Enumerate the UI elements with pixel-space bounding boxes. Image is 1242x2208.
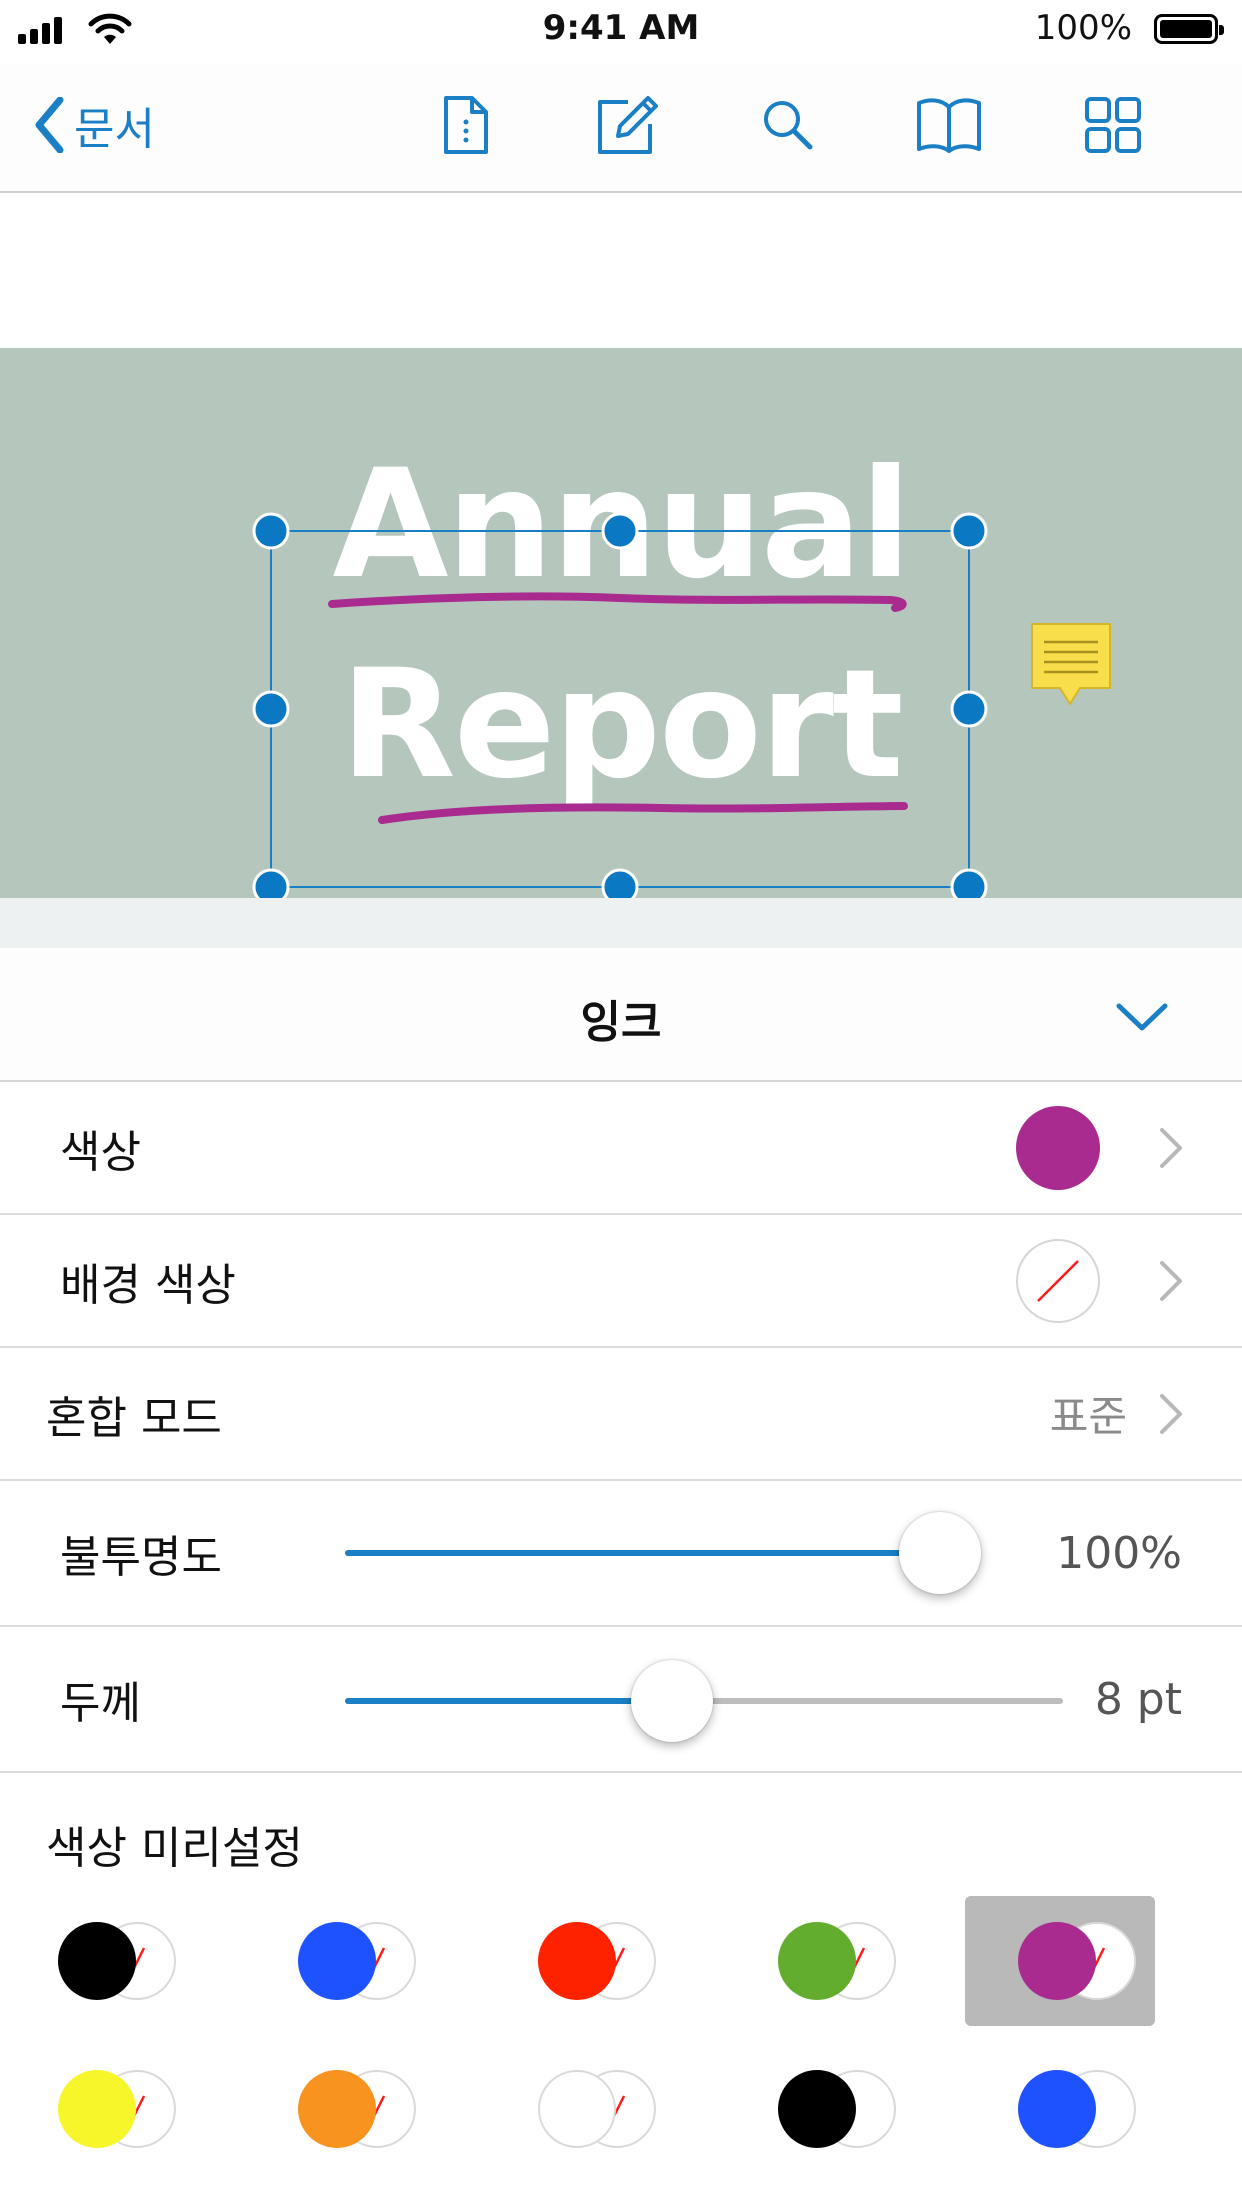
inspector-title: 잉크 xyxy=(580,997,662,1048)
color-preset[interactable] xyxy=(485,1896,675,2026)
document-gap xyxy=(0,898,1242,948)
thickness-value: 8 pt xyxy=(1094,1673,1182,1725)
handle-bottom-left xyxy=(252,868,290,898)
ink-underline-2 xyxy=(378,802,908,824)
color-presets-title: 색상 미리설정 xyxy=(46,1823,303,1874)
color-preset[interactable] xyxy=(965,2044,1155,2174)
selection-box xyxy=(270,530,970,888)
sticky-note-icon[interactable] xyxy=(1028,622,1114,710)
status-bar: 9:41 AM 100% xyxy=(0,0,1242,64)
blend-mode-value: 표준 xyxy=(1049,1392,1127,1441)
thickness-track-fill xyxy=(345,1698,673,1704)
navigation-bar: 문서 xyxy=(0,64,1242,193)
blend-mode-row[interactable]: 혼합 모드 표준 xyxy=(0,1348,1242,1481)
preset-ink-swatch xyxy=(778,1922,856,2000)
search-icon xyxy=(764,101,813,150)
color-row[interactable]: 색상 xyxy=(0,1082,1242,1215)
opacity-slider-thumb[interactable] xyxy=(899,1512,981,1594)
inspector-header: 잉크 xyxy=(0,948,1242,1082)
chevron-right-icon xyxy=(1160,1393,1182,1434)
color-label: 색상 xyxy=(60,1126,141,1178)
color-presets-grid xyxy=(0,1896,1242,2200)
handle-middle-right xyxy=(950,690,988,728)
handle-bottom-right xyxy=(950,868,988,898)
preset-ink-swatch xyxy=(298,2070,376,2148)
collapse-panel-button[interactable] xyxy=(1112,992,1172,1042)
handle-middle-left xyxy=(252,690,290,728)
selection-handles xyxy=(252,512,988,898)
opacity-row: 불투명도 100% xyxy=(0,1481,1242,1627)
color-preset[interactable] xyxy=(5,2044,195,2174)
background-color-label: 배경 색상 xyxy=(60,1259,236,1311)
color-preset[interactable] xyxy=(245,2044,435,2174)
handle-top-right xyxy=(950,512,988,550)
battery-icon xyxy=(1154,14,1224,44)
back-button-label: 문서 xyxy=(74,104,155,155)
preset-ink-swatch xyxy=(538,2070,616,2148)
blend-mode-label: 혼합 모드 xyxy=(46,1392,222,1444)
handle-top-left xyxy=(252,512,290,550)
color-preset[interactable] xyxy=(965,1896,1155,2026)
thickness-row: 두께 8 pt xyxy=(0,1627,1242,1773)
handle-bottom-middle xyxy=(601,868,639,898)
preset-ink-swatch xyxy=(778,2070,856,2148)
color-preset[interactable] xyxy=(485,2044,675,2174)
no-color-swatch[interactable] xyxy=(1016,1238,1100,1323)
document-page-top xyxy=(0,193,1242,348)
book-icon xyxy=(917,98,981,153)
preset-ink-swatch xyxy=(538,1922,616,2000)
background-color-row[interactable]: 배경 색상 xyxy=(0,1215,1242,1348)
document-icon xyxy=(444,96,488,154)
chevron-right-icon xyxy=(1160,1127,1182,1168)
thickness-slider-thumb[interactable] xyxy=(631,1660,714,1742)
battery-percent: 100% xyxy=(1034,8,1132,48)
no-color-slash-icon xyxy=(1037,1259,1079,1302)
chevron-down-icon xyxy=(1116,1003,1168,1031)
annotate-button[interactable] xyxy=(592,90,662,160)
thickness-label: 두께 xyxy=(60,1678,141,1729)
color-preset[interactable] xyxy=(725,1896,915,2026)
grid-icon xyxy=(1085,97,1141,153)
preset-ink-swatch xyxy=(58,1922,136,2000)
back-button[interactable]: 문서 xyxy=(34,90,155,160)
preset-ink-swatch xyxy=(1018,2070,1096,2148)
chevron-right-icon xyxy=(1160,1260,1182,1301)
preset-ink-swatch xyxy=(58,2070,136,2148)
preset-ink-swatch xyxy=(1018,1922,1096,2000)
reader-view-button[interactable] xyxy=(914,90,984,160)
document-info-button[interactable] xyxy=(430,90,500,160)
color-preset[interactable] xyxy=(245,1896,435,2026)
ink-color-swatch[interactable] xyxy=(1016,1105,1100,1190)
opacity-slider[interactable] xyxy=(345,1481,981,1625)
opacity-value: 100% xyxy=(1056,1527,1182,1579)
edit-icon xyxy=(598,96,658,154)
handle-top-middle xyxy=(601,512,639,550)
opacity-label: 불투명도 xyxy=(60,1532,222,1583)
preset-ink-swatch xyxy=(298,1922,376,2000)
color-preset[interactable] xyxy=(5,1896,195,2026)
thumbnails-button[interactable] xyxy=(1078,90,1148,160)
ink-underline-1 xyxy=(328,592,907,612)
opacity-track-fill xyxy=(345,1550,940,1556)
search-button[interactable] xyxy=(753,90,823,160)
chevron-left-icon xyxy=(35,97,64,153)
color-preset[interactable] xyxy=(725,2044,915,2174)
thickness-slider[interactable] xyxy=(345,1627,1063,1771)
